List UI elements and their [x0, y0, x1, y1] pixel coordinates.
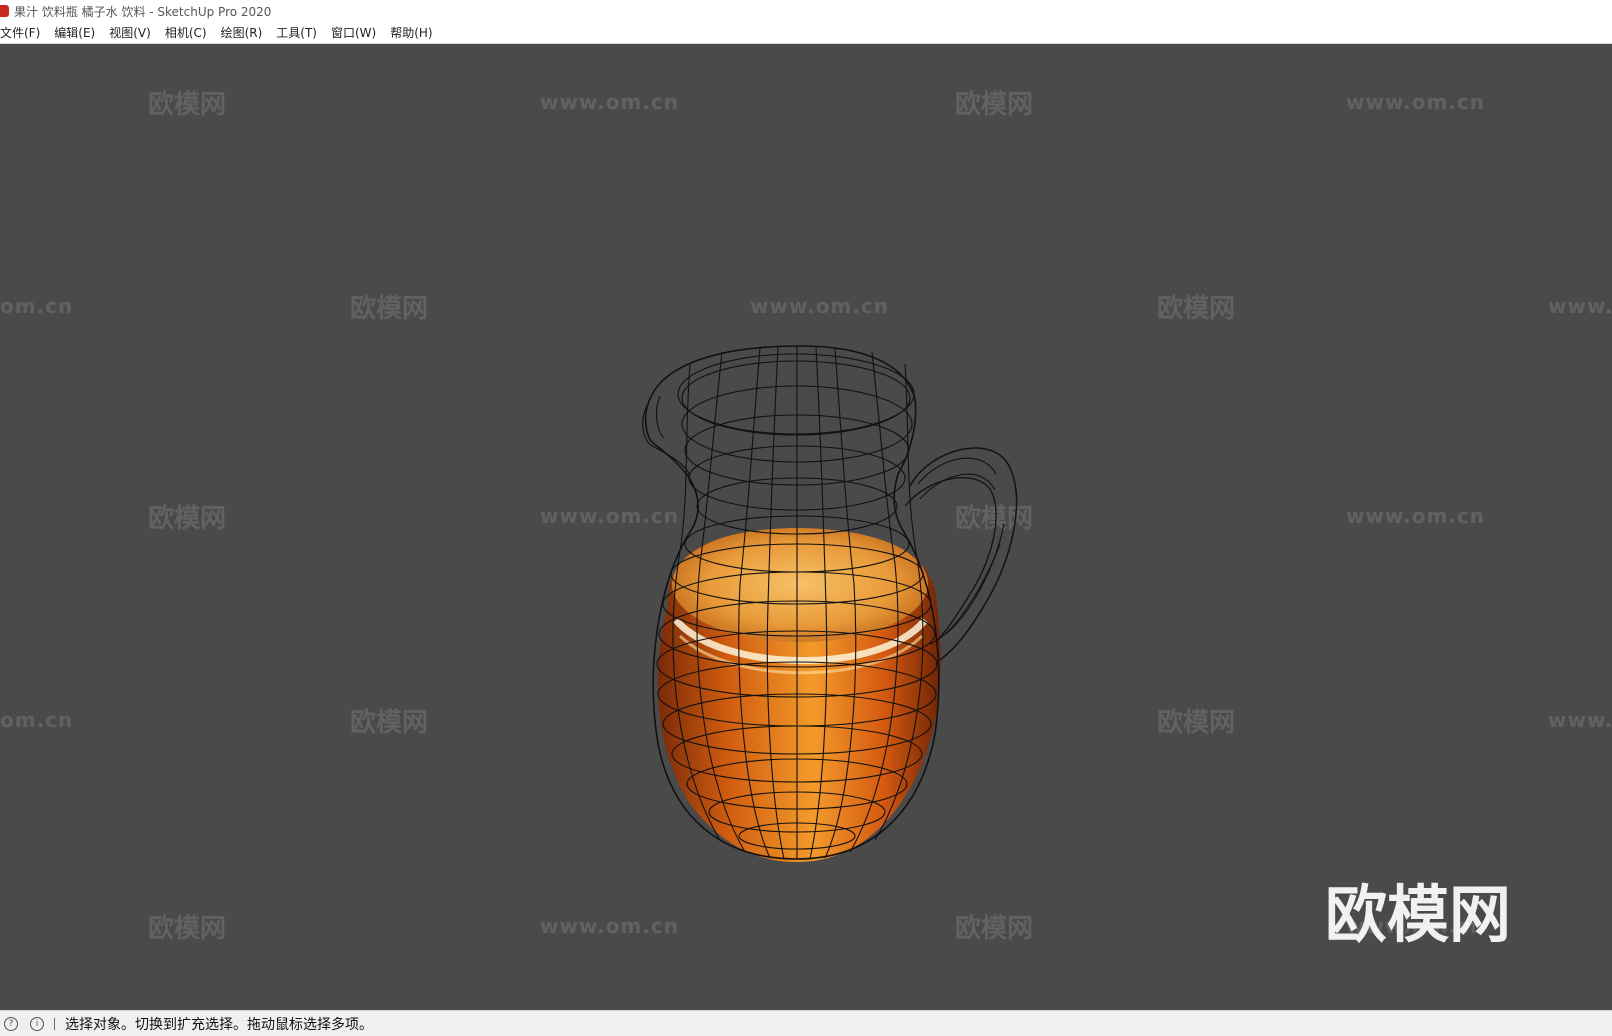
watermark-logo: 欧模网: [1325, 878, 1512, 951]
menu-edit[interactable]: 编辑(E): [47, 24, 102, 41]
status-divider: [54, 1017, 55, 1030]
menu-help[interactable]: 帮助(H): [383, 24, 439, 41]
menu-view[interactable]: 视图(V): [102, 24, 158, 41]
status-bar: ? i 选择对象。切换到扩充选择。拖动鼠标选择多项。: [0, 1010, 1612, 1036]
title-bar: 果汁 饮料瓶 橘子水 饮料 - SketchUp Pro 2020: [0, 0, 1612, 22]
sketchup-app-icon: [0, 5, 9, 17]
3d-viewport[interactable]: 欧模网 www.om.cn 欧模网 www.om.cn om.cn 欧模网 ww…: [0, 44, 1612, 1010]
menu-camera[interactable]: 相机(C): [158, 24, 214, 41]
menu-draw[interactable]: 绘图(R): [214, 24, 270, 41]
info-icon[interactable]: i: [30, 1016, 44, 1031]
window-title: 果汁 饮料瓶 橘子水 饮料 - SketchUp Pro 2020: [14, 4, 272, 19]
menu-window[interactable]: 窗口(W): [324, 24, 383, 41]
geolocation-icon[interactable]: ?: [4, 1016, 18, 1031]
menu-tools[interactable]: 工具(T): [269, 24, 324, 41]
menu-file[interactable]: 文件(F): [0, 24, 47, 41]
menu-bar: 文件(F) 编辑(E) 视图(V) 相机(C) 绘图(R) 工具(T) 窗口(W…: [0, 22, 1612, 44]
status-message: 选择对象。切换到扩充选择。拖动鼠标选择多项。: [65, 1016, 373, 1033]
